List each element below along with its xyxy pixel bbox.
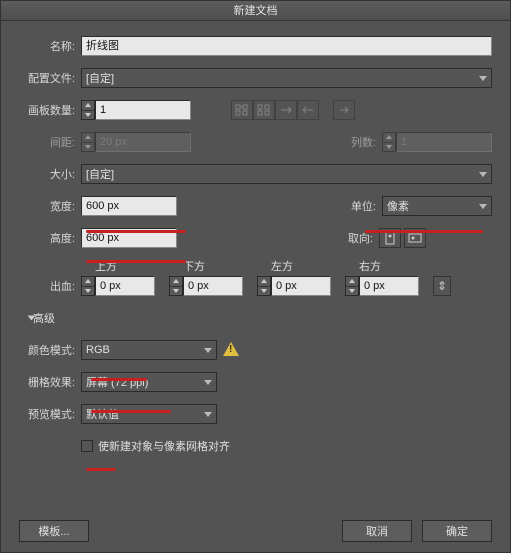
label-height: 高度: bbox=[19, 230, 81, 246]
highlight-mark bbox=[365, 230, 483, 233]
chevron-down-icon bbox=[479, 204, 487, 209]
bleed-top-stepper[interactable] bbox=[81, 276, 95, 296]
bleed-bottom-stepper[interactable] bbox=[169, 276, 183, 296]
highlight-mark bbox=[86, 230, 186, 233]
columns-input: 1 bbox=[396, 132, 492, 152]
label-bleed-left: 左方 bbox=[271, 258, 345, 274]
bleed-left-input[interactable]: 0 px bbox=[271, 276, 331, 296]
link-bleed-icon[interactable]: ⇕ bbox=[433, 276, 451, 296]
profile-value: [自定] bbox=[86, 70, 114, 86]
chevron-down-icon bbox=[204, 348, 212, 353]
color-mode-value: RGB bbox=[86, 344, 110, 356]
highlight-mark bbox=[86, 468, 116, 471]
size-select[interactable]: [自定] bbox=[81, 164, 492, 184]
ok-button[interactable]: 确定 bbox=[422, 520, 492, 542]
width-input[interactable]: 600 px bbox=[81, 196, 177, 216]
grid-by-col-icon bbox=[253, 100, 275, 120]
label-artboards: 画板数量: bbox=[19, 102, 81, 118]
bleed-right-stepper[interactable] bbox=[345, 276, 359, 296]
artboards-stepper[interactable] bbox=[81, 100, 95, 120]
advanced-header[interactable]: 高级 bbox=[33, 310, 55, 326]
preview-select[interactable]: 默认值 bbox=[81, 404, 217, 424]
chevron-down-icon bbox=[204, 380, 212, 385]
label-bleed: 出血: bbox=[19, 278, 81, 294]
bleed-bottom-input[interactable]: 0 px bbox=[183, 276, 243, 296]
grid-by-row-icon bbox=[231, 100, 253, 120]
warning-icon bbox=[223, 342, 239, 358]
label-columns: 列数: bbox=[351, 134, 382, 150]
dialog-title: 新建文档 bbox=[1, 1, 510, 21]
raster-select[interactable]: 屏幕 (72 ppi) bbox=[81, 372, 217, 392]
label-name: 名称: bbox=[19, 38, 81, 54]
bleed-top-input[interactable]: 0 px bbox=[95, 276, 155, 296]
cancel-button[interactable]: 取消 bbox=[342, 520, 412, 542]
label-width: 宽度: bbox=[19, 198, 81, 214]
label-bleed-bottom: 下方 bbox=[183, 258, 257, 274]
label-align-grid: 使新建对象与像素网格对齐 bbox=[98, 438, 230, 454]
arrange-rtl-icon bbox=[297, 100, 319, 120]
spacing-input: 20 px bbox=[95, 132, 191, 152]
profile-select[interactable]: [自定] bbox=[81, 68, 492, 88]
label-profile: 配置文件: bbox=[19, 70, 81, 86]
disclosure-triangle-icon[interactable] bbox=[28, 316, 36, 321]
spacing-stepper bbox=[81, 132, 95, 152]
highlight-mark bbox=[91, 410, 171, 413]
units-value: 像素 bbox=[387, 198, 409, 214]
chevron-down-icon bbox=[204, 412, 212, 417]
raster-value: 屏幕 (72 ppi) bbox=[86, 374, 148, 390]
label-color-mode: 颜色模式: bbox=[19, 342, 81, 358]
units-select[interactable]: 像素 bbox=[382, 196, 492, 216]
bleed-right-input[interactable]: 0 px bbox=[359, 276, 419, 296]
size-value: [自定] bbox=[86, 166, 114, 182]
columns-stepper bbox=[382, 132, 396, 152]
chevron-down-icon bbox=[479, 172, 487, 177]
arrange-arrow-icon bbox=[333, 100, 355, 120]
align-grid-checkbox[interactable] bbox=[81, 440, 93, 452]
chevron-down-icon bbox=[479, 76, 487, 81]
arrange-ltr-icon bbox=[275, 100, 297, 120]
preview-value: 默认值 bbox=[86, 406, 119, 422]
artboards-input[interactable]: 1 bbox=[95, 100, 191, 120]
highlight-mark bbox=[86, 260, 186, 263]
label-bleed-right: 右方 bbox=[359, 258, 433, 274]
name-input[interactable]: 折线图 bbox=[81, 36, 492, 56]
label-raster: 栅格效果: bbox=[19, 374, 81, 390]
label-units: 单位: bbox=[351, 198, 382, 214]
templates-button[interactable]: 模板... bbox=[19, 520, 89, 542]
label-size: 大小: bbox=[19, 166, 81, 182]
color-mode-select[interactable]: RGB bbox=[81, 340, 217, 360]
label-preview: 预览模式: bbox=[19, 406, 81, 422]
label-spacing: 间距: bbox=[19, 134, 81, 150]
bleed-left-stepper[interactable] bbox=[257, 276, 271, 296]
highlight-mark bbox=[91, 378, 147, 381]
